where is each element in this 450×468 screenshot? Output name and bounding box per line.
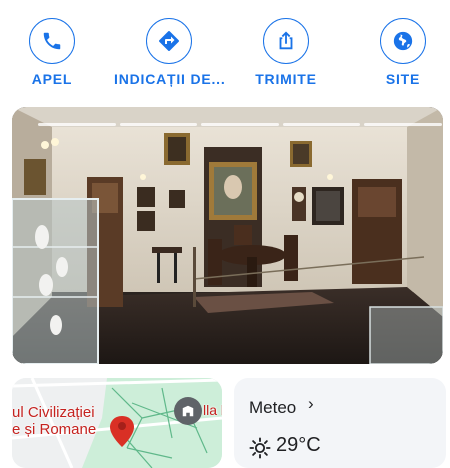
globe-icon: [393, 31, 413, 51]
weather-temperature: 29°C: [276, 434, 321, 456]
map-nearby-label: lla l: [203, 402, 222, 418]
phone-icon: [43, 32, 61, 50]
call-label: APEL: [31, 71, 73, 87]
map-nearby-marker[interactable]: [174, 397, 202, 425]
chevron-right-icon: ›: [308, 394, 314, 413]
photo-progress-segment: [364, 123, 442, 126]
directions-action[interactable]: INDICAȚII DE...: [114, 18, 226, 87]
action-buttons-row: APEL INDICAȚII DE... TRIMITE SITE: [0, 18, 450, 98]
photo-progress-segment: [282, 123, 361, 126]
directions-icon: [159, 31, 179, 51]
map-card[interactable]: ul Civilizației e și Romane lla l: [12, 378, 222, 468]
photo-progress-segment: [201, 123, 279, 126]
place-photo[interactable]: [12, 107, 443, 364]
museum-room-image: [12, 107, 443, 364]
map-place-label-line2: e și Romane: [12, 421, 97, 438]
photo-progress-segment: [119, 123, 198, 126]
weather-card[interactable]: Meteo › 29°C: [234, 378, 446, 468]
directions-label: INDICAȚII DE...: [114, 71, 226, 87]
call-button[interactable]: [29, 18, 75, 64]
share-icon: [279, 31, 293, 50]
website-label: SITE: [385, 71, 421, 87]
weather-title: Meteo: [249, 398, 297, 417]
photo-progress-segment: [38, 123, 116, 126]
call-action[interactable]: APEL: [0, 18, 107, 87]
share-button[interactable]: [263, 18, 309, 64]
website-button[interactable]: [380, 18, 426, 64]
directions-button[interactable]: [146, 18, 192, 64]
website-action[interactable]: SITE: [348, 18, 450, 87]
photo-progress-bar: [38, 123, 442, 126]
building-icon: [182, 405, 194, 417]
share-action[interactable]: TRIMITE: [231, 18, 341, 87]
sun-icon: [249, 437, 271, 459]
share-label: TRIMITE: [255, 71, 317, 87]
map-place-label-line1: ul Civilizației: [12, 404, 95, 421]
